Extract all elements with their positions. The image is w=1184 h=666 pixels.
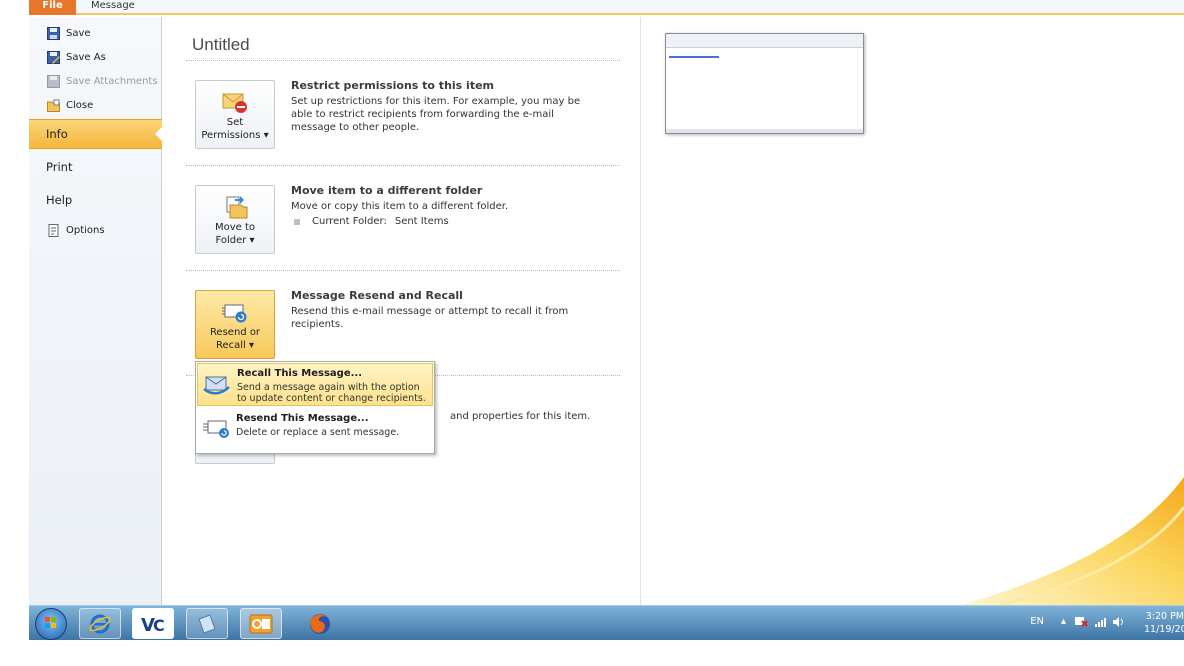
options-label: Options (66, 224, 105, 236)
resend-recall-line2: Recall (215, 340, 246, 351)
nav-tab-help[interactable]: Help (29, 185, 162, 215)
preview-pane (640, 17, 1184, 605)
action-center-flag-icon[interactable] (1074, 616, 1088, 628)
dropdown-arrow-icon: ▾ (249, 235, 255, 246)
system-clock[interactable]: 3:20 PM 11/19/2012 (1144, 610, 1184, 636)
message-preview-thumbnail[interactable] (665, 33, 864, 134)
save-as-icon (47, 50, 60, 64)
nav-tab-help-label: Help (46, 193, 73, 207)
options-icon (48, 223, 59, 237)
save-attachments-icon (47, 74, 60, 88)
resend-message-description: Delete or replace a sent message. (236, 427, 400, 438)
nav-tab-info[interactable]: Info (29, 119, 163, 149)
save-as-label: Save As (66, 51, 106, 63)
restrict-title: Restrict permissions to this item (291, 79, 494, 92)
options-command[interactable]: Options (47, 220, 105, 240)
nav-tab-info-label: Info (46, 127, 68, 141)
current-folder-row: Current Folder: Sent Items (294, 216, 449, 227)
restrict-description: Set up restrictions for this item. For e… (291, 96, 581, 133)
outlook-window: File Message Save Save As Save Attachmen… (29, 0, 1184, 640)
notepad-icon (198, 613, 216, 634)
recall-message-description: Send a message again with the option to … (237, 382, 426, 404)
volume-icon[interactable] (1112, 616, 1126, 628)
recall-message-icon (203, 376, 230, 395)
dropdown-arrow-icon: ▾ (263, 130, 269, 141)
divider (186, 60, 620, 61)
clock-date: 11/19/2012 (1144, 624, 1184, 635)
preview-statusbar (666, 129, 863, 133)
internet-explorer-icon (89, 614, 111, 633)
move-title: Move item to a different folder (291, 184, 483, 197)
save-attachments-command[interactable]: Save Attachments (47, 71, 158, 91)
close-command[interactable]: Close (47, 95, 93, 115)
svg-text:C: C (153, 616, 165, 635)
save-label: Save (66, 27, 91, 39)
move-to-folder-button[interactable]: Move to Folder ▾ (195, 185, 275, 254)
resend-recall-description: Resend this e-mail message or attempt to… (291, 306, 569, 330)
move-folder-icon (226, 196, 248, 219)
preview-ribbon (666, 34, 863, 48)
divider (186, 270, 620, 271)
resend-recall-menu: Recall This Message... Send a message ag… (195, 361, 435, 454)
language-indicator[interactable]: EN (1030, 616, 1044, 627)
bullet-icon (294, 218, 300, 225)
windows-taskbar: VC EN ▴ 3:20 PM 11/19/2012 (29, 605, 1184, 640)
recall-message-item[interactable]: Recall This Message... Send a message ag… (197, 363, 433, 406)
divider (186, 165, 620, 166)
resend-or-recall-button[interactable]: Resend or Recall ▾ (195, 290, 275, 359)
resend-recall-title: Message Resend and Recall (291, 289, 463, 302)
set-permissions-line2: Permissions (201, 130, 261, 141)
show-hidden-icons-icon[interactable]: ▴ (1061, 616, 1066, 627)
nav-tab-print-label: Print (46, 160, 73, 174)
backstage-nav: Save Save As Save Attachments Close Info… (29, 17, 163, 640)
clock-time: 3:20 PM (1145, 611, 1184, 622)
set-permissions-button[interactable]: Set Permissions ▾ (195, 80, 275, 149)
move-folder-line1: Move to (214, 222, 256, 233)
vc-app-icon: VC (141, 615, 165, 635)
set-permissions-line1: Set (226, 117, 244, 128)
resend-message-item[interactable]: Resend This Message... Delete or replace… (197, 409, 433, 452)
taskbar-internet-explorer[interactable] (79, 608, 121, 639)
current-folder-value: Sent Items (394, 216, 449, 227)
close-folder-icon (47, 99, 60, 112)
taskbar-firefox[interactable] (299, 608, 341, 639)
page-title: Untitled (192, 35, 250, 54)
info-panel: Untitled Set Permissions ▾ Restrict perm… (163, 17, 640, 605)
close-label: Close (66, 99, 94, 111)
save-icon (47, 26, 60, 40)
firefox-icon (310, 613, 330, 634)
move-folder-line2: Folder (215, 235, 247, 246)
taskbar-notepad[interactable] (186, 608, 228, 639)
start-button[interactable] (35, 608, 67, 640)
nav-tab-print[interactable]: Print (29, 152, 162, 182)
move-description: Move or copy this item to a different fo… (291, 201, 509, 212)
resend-message-icon (203, 420, 229, 438)
windows-logo-icon (45, 617, 56, 628)
outlook-icon (249, 614, 273, 633)
tab-message[interactable]: Message (91, 0, 135, 12)
properties-description: and properties for this item. (450, 411, 591, 422)
tab-file[interactable]: File (29, 0, 76, 15)
dropdown-arrow-icon: ▾ (249, 340, 255, 351)
network-signal-icon[interactable] (1094, 616, 1108, 628)
resend-recall-icon (222, 304, 247, 323)
taskbar-vc-app[interactable]: VC (132, 608, 174, 639)
resend-message-title: Resend This Message... (236, 413, 369, 424)
resend-recall-line1: Resend or (209, 327, 261, 338)
save-as-command[interactable]: Save As (47, 47, 106, 67)
recall-message-title: Recall This Message... (237, 368, 363, 379)
envelope-restrict-icon (222, 93, 247, 113)
preview-link (669, 56, 719, 58)
current-folder-label: Current Folder: (312, 216, 387, 227)
ribbon-tab-bar: File Message (29, 0, 1184, 15)
save-command[interactable]: Save (47, 23, 91, 43)
save-attachments-label: Save Attachments (66, 75, 158, 87)
system-tray: EN ▴ 3:20 PM 11/19/2012 (1024, 606, 1184, 641)
taskbar-outlook[interactable] (240, 608, 282, 639)
